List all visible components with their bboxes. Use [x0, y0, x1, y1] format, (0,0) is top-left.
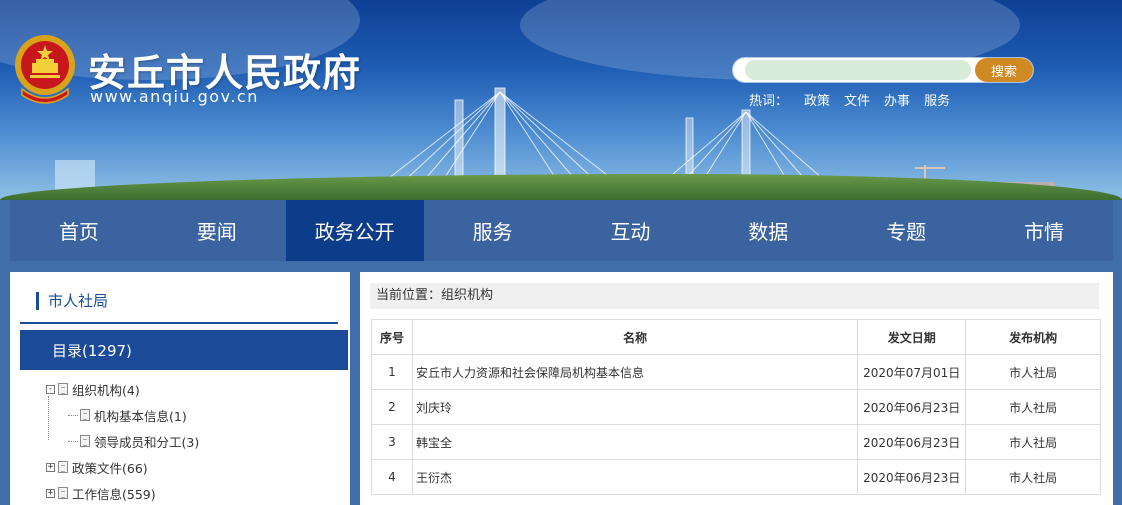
catalog-header[interactable]: 目录(1297): [20, 330, 348, 370]
nav-item-government-affairs[interactable]: 政务公开: [285, 200, 424, 261]
table-header-row: 序号 名称 发文日期 发布机构: [371, 319, 1101, 355]
document-table: 序号 名称 发文日期 发布机构 1 安丘市人力资源和社会保障局机构基本信息 20…: [371, 319, 1101, 495]
row-publisher: 市人社局: [965, 354, 1101, 390]
hot-words-label: 热词：: [749, 94, 789, 109]
expand-icon[interactable]: +: [46, 462, 55, 472]
main-nav: 首页 要闻 政务公开 服务 互动 数据 专题 市情: [10, 200, 1113, 261]
tree-item-label: 工作信息(559): [72, 486, 156, 502]
hot-word-link[interactable]: 办事: [884, 90, 910, 109]
row-number: 3: [371, 424, 413, 460]
document-icon: [80, 409, 90, 421]
tree-item-basic-info[interactable]: 机构基本信息(1): [68, 406, 187, 424]
row-number: 4: [371, 459, 413, 495]
site-url: www.anqiu.gov.cn: [90, 87, 259, 106]
row-publisher: 市人社局: [965, 459, 1101, 495]
tree-item-label: 机构基本信息(1): [94, 408, 187, 424]
collapse-icon[interactable]: -: [46, 384, 55, 394]
search-box: 搜索: [733, 58, 1033, 82]
document-icon: [80, 435, 90, 447]
search-button[interactable]: 搜索: [975, 58, 1033, 82]
search-input[interactable]: [745, 60, 971, 80]
row-publisher: 市人社局: [965, 389, 1101, 425]
tree-connector: [48, 396, 49, 440]
document-icon: [58, 487, 68, 499]
nav-item-services[interactable]: 服务: [424, 200, 562, 261]
sidebar-title: 市人社局: [36, 292, 108, 310]
row-number: 2: [371, 389, 413, 425]
tree-item-organization[interactable]: - 组织机构(4): [46, 380, 140, 398]
tree-item-policy-files[interactable]: + 政策文件(66): [46, 458, 148, 476]
nav-item-data[interactable]: 数据: [699, 200, 837, 261]
tree-item-label: 组织机构(4): [72, 382, 140, 398]
tree-branch-line: [68, 440, 78, 442]
column-header-name: 名称: [411, 319, 859, 355]
row-title-link[interactable]: 安丘市人力资源和社会保障局机构基本信息: [411, 354, 859, 390]
document-icon: [58, 383, 68, 395]
header-banner: 安丘市人民政府 www.anqiu.gov.cn 搜索 热词： 政策 文件 办事…: [0, 0, 1122, 200]
table-row: 4 王衍杰 2020年06月23日 市人社局: [371, 459, 1101, 495]
tree-item-leadership[interactable]: 领导成员和分工(3): [68, 432, 199, 450]
national-emblem-icon: [12, 33, 78, 105]
row-publisher: 市人社局: [965, 424, 1101, 460]
table-row: 1 安丘市人力资源和社会保障局机构基本信息 2020年07月01日 市人社局: [371, 354, 1101, 390]
tree-item-work-info[interactable]: + 工作信息(559): [46, 484, 156, 502]
row-date: 2020年07月01日: [857, 354, 967, 390]
main-content: 当前位置：组织机构 序号 名称 发文日期 发布机构 1 安丘市人力资源和社会保障…: [360, 272, 1113, 505]
sidebar-divider: [20, 322, 338, 324]
breadcrumb: 当前位置：组织机构: [370, 283, 1099, 309]
nav-item-city-info[interactable]: 市情: [975, 200, 1113, 261]
sidebar: 市人社局 目录(1297) - 组织机构(4) 机构基本信息(1) 领导成员和分…: [10, 272, 350, 505]
row-title-link[interactable]: 韩宝全: [411, 424, 859, 460]
row-date: 2020年06月23日: [857, 424, 967, 460]
hot-word-link[interactable]: 服务: [924, 90, 950, 109]
tree-branch-line: [68, 414, 78, 416]
nav-item-home[interactable]: 首页: [10, 200, 148, 261]
tree-item-label: 政策文件(66): [72, 460, 148, 476]
column-header-publisher: 发布机构: [965, 319, 1101, 355]
nav-item-interaction[interactable]: 互动: [562, 200, 700, 261]
table-row: 2 刘庆玲 2020年06月23日 市人社局: [371, 389, 1101, 425]
row-title-link[interactable]: 刘庆玲: [411, 389, 859, 425]
row-number: 1: [371, 354, 413, 390]
hot-words: 热词： 政策 文件 办事 服务: [749, 90, 964, 109]
column-header-number: 序号: [371, 319, 413, 355]
nav-item-news[interactable]: 要闻: [148, 200, 286, 261]
nav-item-topics[interactable]: 专题: [837, 200, 975, 261]
hot-word-link[interactable]: 文件: [844, 90, 870, 109]
row-title-link[interactable]: 王衍杰: [411, 459, 859, 495]
tree-item-label: 领导成员和分工(3): [94, 434, 200, 450]
column-header-date: 发文日期: [857, 319, 967, 355]
expand-icon[interactable]: +: [46, 488, 55, 498]
document-icon: [58, 461, 68, 473]
row-date: 2020年06月23日: [857, 389, 967, 425]
table-row: 3 韩宝全 2020年06月23日 市人社局: [371, 424, 1101, 460]
hot-word-link[interactable]: 政策: [804, 90, 830, 109]
row-date: 2020年06月23日: [857, 459, 967, 495]
